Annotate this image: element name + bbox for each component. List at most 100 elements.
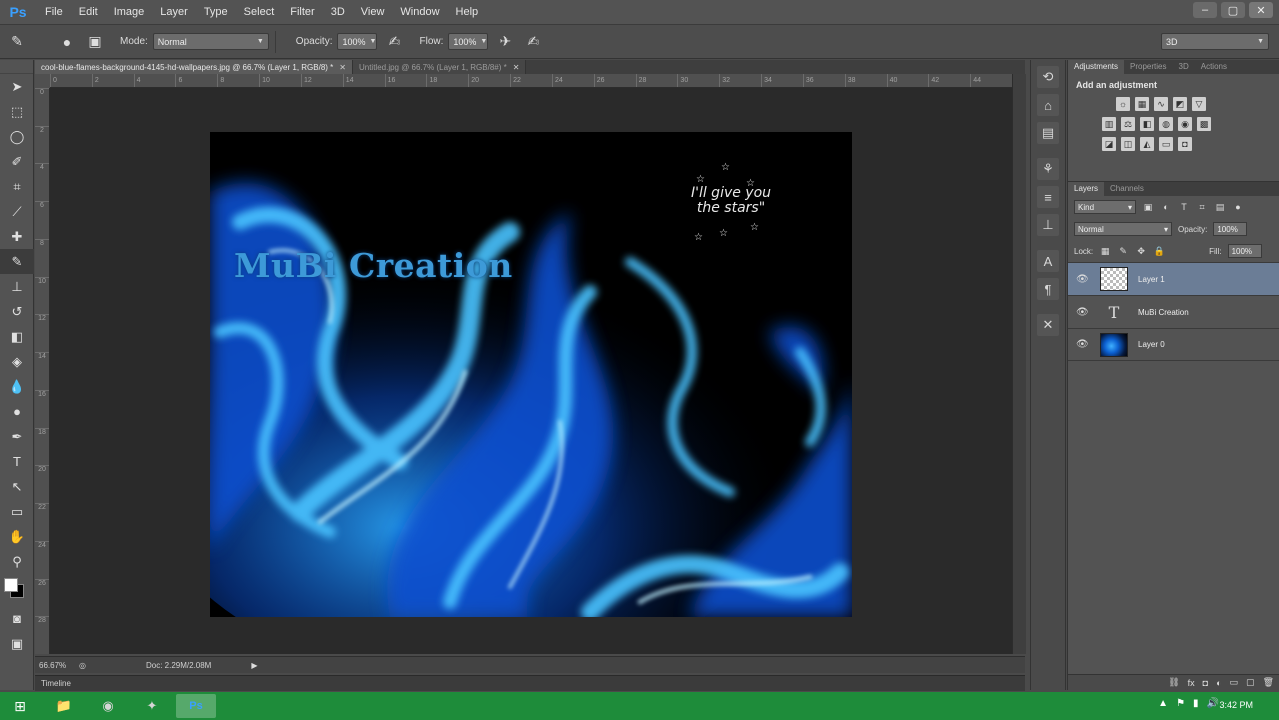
visibility-eye-icon[interactable]: 👁 bbox=[1076, 339, 1092, 350]
opacity-input[interactable]: 100% ▼ bbox=[337, 33, 378, 50]
menu-file[interactable]: File bbox=[37, 6, 71, 18]
start-button-icon[interactable]: ⊞ bbox=[0, 692, 40, 720]
show-hidden-icons-icon[interactable]: ▲ bbox=[1158, 698, 1168, 709]
workspace-select[interactable]: 3D ▼ bbox=[1161, 33, 1269, 50]
lock-all-icon[interactable]: 🔒 bbox=[1153, 245, 1165, 257]
black-white-icon[interactable]: ◧ bbox=[1140, 117, 1154, 131]
network-icon[interactable]: ▮ bbox=[1193, 698, 1199, 709]
chrome-icon[interactable]: ◉ bbox=[88, 694, 128, 718]
airbrush-icon[interactable]: ✈ bbox=[494, 31, 516, 53]
styles-icon[interactable]: ≡ bbox=[1037, 186, 1059, 208]
brush-panel-icon[interactable]: ▣ bbox=[84, 31, 106, 53]
levels-icon[interactable]: ▦ bbox=[1135, 97, 1149, 111]
new-layer-icon[interactable]: ▢ bbox=[1246, 677, 1255, 688]
brush-preset-icon[interactable]: ● bbox=[56, 31, 78, 53]
type-tool-icon[interactable]: T bbox=[0, 449, 34, 474]
menu-type[interactable]: Type bbox=[196, 6, 236, 18]
tab-layers[interactable]: Layers bbox=[1068, 182, 1105, 196]
file-explorer-icon[interactable]: 📁 bbox=[44, 694, 84, 718]
tool-presets-icon[interactable]: ✕ bbox=[1037, 314, 1059, 336]
brush-tool-icon[interactable]: ✎ bbox=[6, 31, 28, 53]
color-swatches[interactable] bbox=[0, 574, 33, 606]
taskbar-clock[interactable]: 3:42 PM bbox=[1219, 700, 1253, 710]
tab-actions[interactable]: Actions bbox=[1195, 60, 1233, 74]
panel-grip[interactable] bbox=[0, 60, 33, 74]
layer-kind-filter[interactable]: Kind ▾ bbox=[1074, 200, 1136, 214]
brightness-contrast-icon[interactable]: ☼ bbox=[1116, 97, 1130, 111]
volume-icon[interactable]: 🔊 bbox=[1207, 698, 1219, 709]
lock-position-icon[interactable]: ✥ bbox=[1135, 245, 1147, 257]
media-app-icon[interactable]: ✦ bbox=[132, 694, 172, 718]
channel-mixer-icon[interactable]: ◉ bbox=[1178, 117, 1192, 131]
invert-icon[interactable]: ◪ bbox=[1102, 137, 1116, 151]
history-brush-tool-icon[interactable]: ↺ bbox=[0, 299, 34, 324]
paragraph-icon[interactable]: A bbox=[1037, 250, 1059, 272]
zoom-level[interactable]: 66.67% bbox=[35, 661, 79, 670]
maximize-button[interactable]: ▢ bbox=[1221, 2, 1245, 18]
tab-adjustments[interactable]: Adjustments bbox=[1068, 60, 1125, 74]
fill-input[interactable]: 100% bbox=[1227, 244, 1262, 258]
hand-tool-icon[interactable]: ✋ bbox=[0, 524, 34, 549]
menu-select[interactable]: Select bbox=[236, 6, 283, 18]
document-canvas[interactable]: MuBi Creation ☆ ☆ ☆ ☆ ☆ ☆ I'll give you … bbox=[210, 132, 852, 617]
canvas-vertical-scrollbar[interactable] bbox=[1012, 74, 1026, 654]
mode-select[interactable]: Normal ▼ bbox=[152, 33, 269, 50]
pressure-size-icon[interactable]: ✍ bbox=[522, 31, 544, 53]
pressure-opacity-icon[interactable]: ✍ bbox=[383, 31, 405, 53]
shape-filter-icon[interactable]: ⌗ bbox=[1196, 201, 1208, 213]
status-menu-arrow-icon[interactable]: ▶ bbox=[251, 661, 257, 670]
selective-color-icon[interactable]: ◘ bbox=[1178, 137, 1192, 151]
brush-presets-icon[interactable]: ⌂ bbox=[1037, 94, 1059, 116]
posterize-icon[interactable]: ◫ bbox=[1121, 137, 1135, 151]
horizontal-ruler[interactable]: 0 2 4 6 8 10 12 14 16 18 20 22 24 26 28 30 32 34 36 38 40 42 4… bbox=[50, 74, 1012, 88]
color-balance-icon[interactable]: ⚖ bbox=[1121, 117, 1135, 131]
paths-icon[interactable]: ⊥ bbox=[1037, 214, 1059, 236]
canvas-pasteboard[interactable]: MuBi Creation ☆ ☆ ☆ ☆ ☆ ☆ I'll give you … bbox=[50, 88, 1012, 654]
menu-layer[interactable]: Layer bbox=[152, 6, 196, 18]
document-info[interactable]: Doc: 2.29M/2.08M bbox=[146, 661, 211, 670]
menu-window[interactable]: Window bbox=[392, 6, 447, 18]
tab-document-flames[interactable]: cool-blue-flames-background-4145-hd-wall… bbox=[35, 60, 353, 74]
close-icon[interactable]: ✕ bbox=[339, 63, 346, 72]
type-filter-icon[interactable]: T bbox=[1178, 201, 1190, 213]
layer-row-layer-1[interactable]: 👁 Layer 1 bbox=[1068, 262, 1279, 295]
lasso-tool-icon[interactable]: ◯ bbox=[0, 124, 34, 149]
exposure-icon[interactable]: ◩ bbox=[1173, 97, 1187, 111]
color-icon[interactable]: ▤ bbox=[1037, 122, 1059, 144]
new-adjustment-icon[interactable]: ◐ bbox=[1216, 678, 1221, 688]
healing-brush-tool-icon[interactable]: ✚ bbox=[0, 224, 34, 249]
tab-properties[interactable]: Properties bbox=[1124, 60, 1172, 74]
eraser-tool-icon[interactable]: ◧ bbox=[0, 324, 34, 349]
tab-3d[interactable]: 3D bbox=[1173, 60, 1195, 74]
gradient-map-icon[interactable]: ▭ bbox=[1159, 137, 1173, 151]
new-group-icon[interactable]: ▭ bbox=[1230, 677, 1239, 688]
vertical-ruler[interactable]: 0 2 4 6 8 10 12 14 16 18 20 22 24 26 28 bbox=[35, 88, 50, 654]
blend-mode-select[interactable]: Normal ▾ bbox=[1074, 222, 1172, 236]
visibility-eye-icon[interactable]: 👁 bbox=[1076, 307, 1092, 318]
flag-icon[interactable]: ⚑ bbox=[1176, 698, 1185, 709]
path-selection-tool-icon[interactable]: ↖ bbox=[0, 474, 34, 499]
move-tool-icon[interactable]: ➤ bbox=[0, 74, 34, 99]
menu-filter[interactable]: Filter bbox=[282, 6, 322, 18]
menu-help[interactable]: Help bbox=[448, 6, 487, 18]
pen-tool-icon[interactable]: ✒ bbox=[0, 424, 34, 449]
link-layers-icon[interactable]: ⛓ bbox=[1168, 677, 1179, 688]
marquee-tool-icon[interactable]: ⬚ bbox=[0, 99, 34, 124]
add-mask-icon[interactable]: ◘ bbox=[1203, 678, 1208, 688]
layer-opacity-input[interactable]: 100% bbox=[1213, 222, 1248, 236]
paint-bucket-tool-icon[interactable]: ◈ bbox=[0, 349, 34, 374]
crop-tool-icon[interactable]: ⌗ bbox=[0, 174, 34, 199]
blur-tool-icon[interactable]: 💧 bbox=[0, 374, 34, 399]
layer-style-icon[interactable]: fx bbox=[1188, 678, 1195, 688]
dodge-tool-icon[interactable]: ● bbox=[0, 399, 34, 424]
character-icon[interactable]: ¶ bbox=[1037, 278, 1059, 300]
brush-tool-icon[interactable]: ✎ bbox=[0, 249, 34, 274]
menu-edit[interactable]: Edit bbox=[71, 6, 106, 18]
history-icon[interactable]: ⟲ bbox=[1037, 66, 1059, 88]
close-icon[interactable]: ✕ bbox=[513, 63, 520, 72]
tab-channels[interactable]: Channels bbox=[1104, 182, 1150, 196]
zoom-tool-icon[interactable]: ⚲ bbox=[0, 549, 34, 574]
menu-3d[interactable]: 3D bbox=[323, 6, 353, 18]
pixel-filter-icon[interactable]: ▣ bbox=[1142, 201, 1154, 213]
vibrance-icon[interactable]: ▽ bbox=[1192, 97, 1206, 111]
